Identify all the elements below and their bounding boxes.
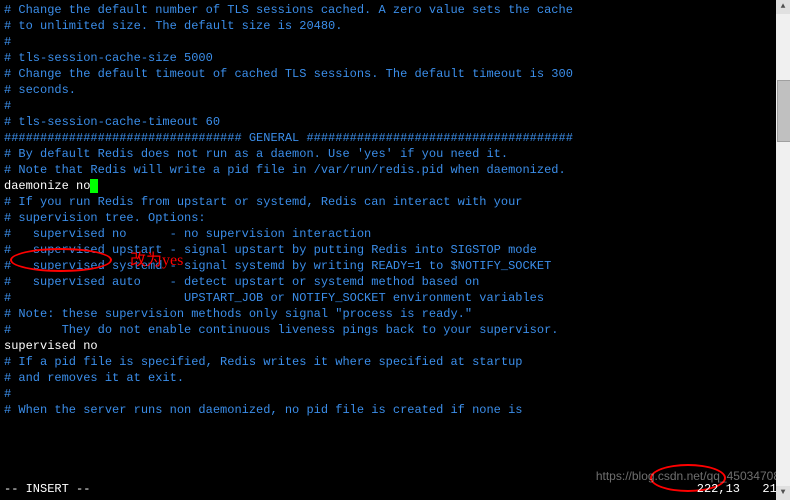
code-line: # Note that Redis will write a pid file …	[4, 162, 786, 178]
annotation-circle-1	[10, 248, 112, 272]
code-line: #	[4, 386, 786, 402]
mode-indicator: -- INSERT --	[4, 481, 90, 497]
code-line: # supervised no - no supervision interac…	[4, 226, 786, 242]
code-line: # UPSTART_JOB or NOTIFY_SOCKET environme…	[4, 290, 786, 306]
code-line: # If you run Redis from upstart or syste…	[4, 194, 786, 210]
code-line: # tls-session-cache-timeout 60	[4, 114, 786, 130]
code-line: #	[4, 34, 786, 50]
code-line: # Note: these supervision methods only s…	[4, 306, 786, 322]
code-line: # supervised auto - detect upstart or sy…	[4, 274, 786, 290]
code-line: # seconds.	[4, 82, 786, 98]
code-line: # Change the default timeout of cached T…	[4, 66, 786, 82]
code-line: # and removes it at exit.	[4, 370, 786, 386]
code-line: # By default Redis does not run as a dae…	[4, 146, 786, 162]
scrollbar-up-arrow[interactable]: ▲	[776, 0, 790, 14]
code-line: # They do not enable continuous liveness…	[4, 322, 786, 338]
code-line: ################################# GENERA…	[4, 130, 786, 146]
scrollbar-down-arrow[interactable]: ▼	[776, 486, 790, 500]
scrollbar-thumb[interactable]	[777, 80, 790, 142]
code-line: daemonize no	[4, 178, 786, 194]
code-line: # When the server runs non daemonized, n…	[4, 402, 786, 418]
code-line: # tls-session-cache-size 5000	[4, 50, 786, 66]
editor-viewport[interactable]: # Change the default number of TLS sessi…	[0, 0, 790, 420]
watermark: https://blog.csdn.net/qq_45034708	[596, 468, 780, 484]
code-line: # If a pid file is specified, Redis writ…	[4, 354, 786, 370]
annotation-text: 改为yes	[130, 253, 183, 269]
code-line: # Change the default number of TLS sessi…	[4, 2, 786, 18]
code-line: supervised no	[4, 338, 786, 354]
code-line: # supervised systemd - signal systemd by…	[4, 258, 786, 274]
code-line: # supervised upstart - signal upstart by…	[4, 242, 786, 258]
text-cursor	[90, 179, 98, 193]
code-line: #	[4, 98, 786, 114]
code-line: # to unlimited size. The default size is…	[4, 18, 786, 34]
code-line: # supervision tree. Options:	[4, 210, 786, 226]
vertical-scrollbar[interactable]: ▲ ▼	[776, 0, 790, 500]
